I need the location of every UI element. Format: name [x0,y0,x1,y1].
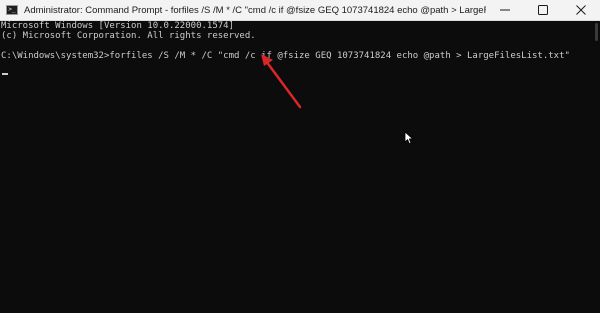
close-icon [576,5,586,15]
mouse-pointer-icon [404,131,414,145]
minimize-button[interactable] [486,0,524,20]
close-button[interactable] [562,0,600,20]
maximize-button[interactable] [524,0,562,20]
window-title: Administrator: Command Prompt - forfiles… [24,4,486,16]
annotation-arrow-icon [261,54,302,109]
title-bar[interactable]: >_ Administrator: Command Prompt - forfi… [0,0,600,21]
command-prompt-icon: >_ [6,5,18,15]
minimize-icon [500,9,510,11]
maximize-icon [538,5,548,15]
text-cursor [2,73,8,75]
console-line-copyright: (c) Microsoft Corporation. All rights re… [1,31,256,41]
command-prompt-window: >_ Administrator: Command Prompt - forfi… [0,0,600,313]
vertical-scrollbar[interactable] [594,21,600,313]
caption-buttons [486,0,600,20]
scrollbar-thumb[interactable] [595,23,598,41]
